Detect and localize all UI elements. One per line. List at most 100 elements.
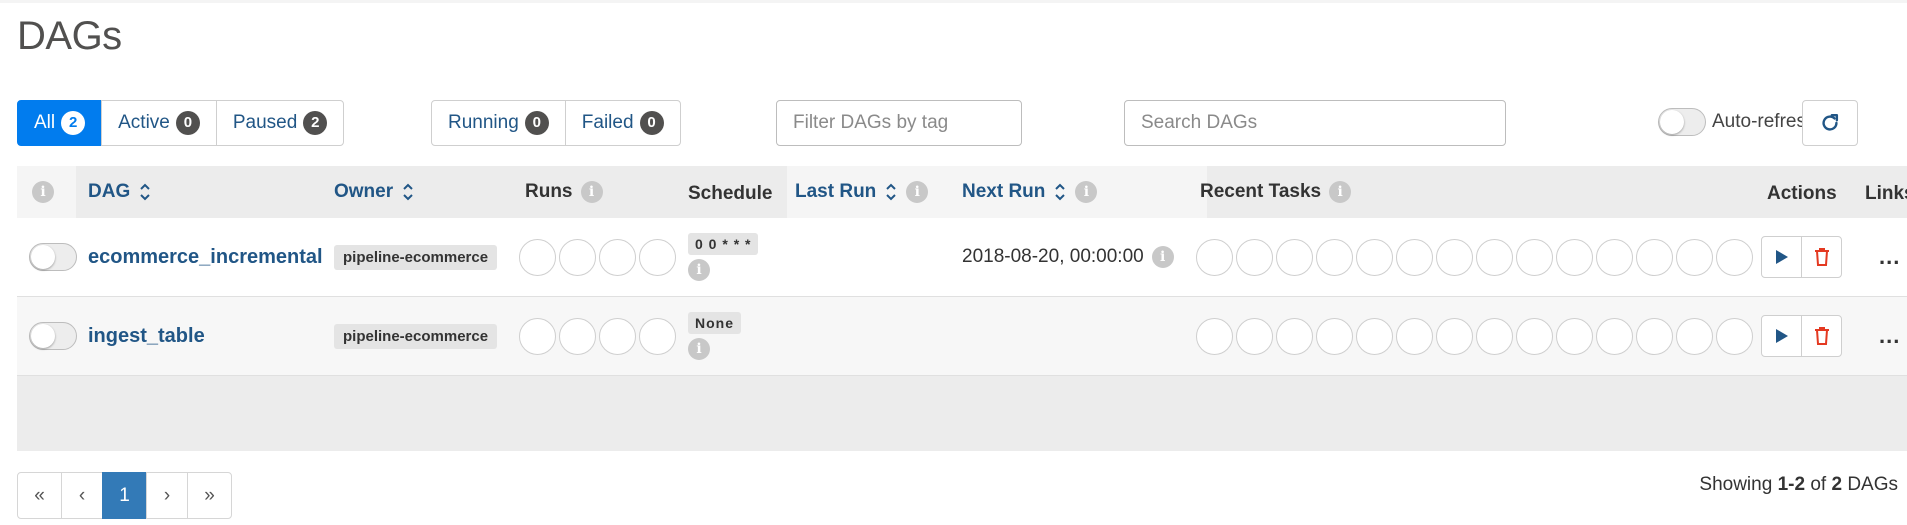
schedule-cell: None i xyxy=(688,297,741,375)
status-circle[interactable] xyxy=(1316,238,1353,276)
dag-runs-circles xyxy=(519,297,676,375)
auto-refresh-toggle[interactable] xyxy=(1658,108,1706,136)
page-next-button[interactable]: › xyxy=(146,472,188,519)
pause-toggle[interactable] xyxy=(29,218,77,296)
status-circle[interactable] xyxy=(1236,238,1273,276)
header-owner[interactable]: Owner xyxy=(334,166,415,218)
info-icon[interactable]: i xyxy=(1151,246,1174,268)
delete-dag-button[interactable] xyxy=(1801,315,1842,357)
trigger-dag-button[interactable] xyxy=(1761,315,1802,357)
filter-all-count: 2 xyxy=(61,111,86,135)
status-circle[interactable] xyxy=(1276,317,1313,355)
header-runs-label: Runs xyxy=(525,181,573,202)
header-recent-tasks: Recent Tasks i xyxy=(1200,166,1352,218)
status-circle[interactable] xyxy=(1516,317,1553,355)
status-circle[interactable] xyxy=(599,317,636,355)
status-circle[interactable] xyxy=(519,317,556,355)
actions-cell xyxy=(1761,218,1842,296)
showing-summary: Showing 1-2 of 2 DAGs xyxy=(1699,474,1898,495)
status-circle[interactable] xyxy=(1676,238,1713,276)
status-circle[interactable] xyxy=(599,238,636,276)
status-circle[interactable] xyxy=(1356,317,1393,355)
status-circle[interactable] xyxy=(1436,317,1473,355)
status-circle[interactable] xyxy=(1436,238,1473,276)
info-icon[interactable]: i xyxy=(580,181,603,203)
status-circle[interactable] xyxy=(1596,317,1633,355)
status-circle[interactable] xyxy=(519,238,556,276)
sort-icon xyxy=(1055,183,1066,201)
sort-icon xyxy=(140,183,150,201)
status-circle[interactable] xyxy=(1676,317,1713,355)
info-icon[interactable]: i xyxy=(906,181,929,203)
schedule-badge[interactable]: 0 0 * * * xyxy=(688,233,759,255)
info-icon[interactable]: i xyxy=(688,259,710,281)
status-circle[interactable] xyxy=(1196,317,1233,355)
status-circle[interactable] xyxy=(1236,317,1273,355)
filter-all-button[interactable]: All 2 xyxy=(17,100,103,146)
header-owner-label: Owner xyxy=(334,181,394,202)
schedule-badge[interactable]: None xyxy=(688,312,741,334)
schedule-cell: 0 0 * * * i xyxy=(688,218,759,296)
status-circle[interactable] xyxy=(1636,317,1673,355)
auto-refresh: Auto-refresh xyxy=(1658,108,1817,136)
more-icon[interactable]: ... xyxy=(1879,218,1900,296)
status-circle[interactable] xyxy=(1356,238,1393,276)
status-circle[interactable] xyxy=(1196,238,1233,276)
filter-active-label: Active xyxy=(118,112,170,133)
search-input[interactable] xyxy=(1124,100,1506,146)
more-icon[interactable]: ... xyxy=(1879,297,1900,375)
header-next-run[interactable]: Next Run i xyxy=(962,166,1098,218)
status-circle[interactable] xyxy=(1476,317,1513,355)
delete-dag-button[interactable] xyxy=(1801,236,1842,278)
recent-tasks-circles xyxy=(1196,218,1753,296)
status-circle[interactable] xyxy=(1556,317,1593,355)
info-icon[interactable]: i xyxy=(688,338,710,360)
status-circle[interactable] xyxy=(1516,238,1553,276)
status-circle[interactable] xyxy=(1716,238,1753,276)
recent-tasks-circles xyxy=(1196,297,1753,375)
status-circle[interactable] xyxy=(639,317,676,355)
pause-toggle[interactable] xyxy=(29,297,77,375)
status-circle[interactable] xyxy=(559,238,596,276)
info-icon[interactable]: i xyxy=(1329,181,1352,203)
status-circle[interactable] xyxy=(1596,238,1633,276)
tag-filter-input[interactable] xyxy=(776,100,1022,146)
status-circle[interactable] xyxy=(1716,317,1753,355)
filter-failed-button[interactable]: Failed 0 xyxy=(564,100,681,146)
header-links-label: Links xyxy=(1865,183,1907,204)
status-circle[interactable] xyxy=(1276,238,1313,276)
owner-badge[interactable]: pipeline-ecommerce xyxy=(334,218,498,296)
page-prev-button[interactable]: ‹ xyxy=(61,472,103,519)
status-circle[interactable] xyxy=(639,238,676,276)
status-circle[interactable] xyxy=(1396,317,1433,355)
dag-id-link[interactable]: ingest_table xyxy=(88,297,205,375)
status-filter-group: All 2 Active 0 Paused 2 xyxy=(17,100,345,146)
info-icon[interactable]: i xyxy=(1075,181,1098,203)
status-circle[interactable] xyxy=(1556,238,1593,276)
filter-active-button[interactable]: Active 0 xyxy=(101,100,217,146)
trigger-dag-button[interactable] xyxy=(1761,236,1802,278)
header-schedule-label: Schedule xyxy=(688,183,773,204)
table-row: ingest_table pipeline-ecommerce None i .… xyxy=(17,297,1907,376)
dag-id-link[interactable]: ecommerce_incremental xyxy=(88,218,323,296)
status-circle[interactable] xyxy=(559,317,596,355)
trash-icon xyxy=(1814,327,1829,345)
header-last-run[interactable]: Last Run i xyxy=(795,166,929,218)
page-first-button[interactable]: « xyxy=(17,472,62,519)
status-circle[interactable] xyxy=(1316,317,1353,355)
run-state-filter-group: Running 0 Failed 0 xyxy=(431,100,681,146)
status-circle[interactable] xyxy=(1636,238,1673,276)
page-last-button[interactable]: » xyxy=(187,472,232,519)
refresh-button[interactable] xyxy=(1802,100,1858,146)
filter-paused-button[interactable]: Paused 2 xyxy=(215,100,345,146)
header-info-cell: i xyxy=(32,166,54,218)
header-dag[interactable]: DAG xyxy=(88,166,152,218)
info-icon[interactable]: i xyxy=(32,181,54,203)
status-circle[interactable] xyxy=(1396,238,1433,276)
status-circle[interactable] xyxy=(1476,238,1513,276)
page-current-button[interactable]: 1 xyxy=(102,472,147,519)
header-actions-label: Actions xyxy=(1767,183,1837,204)
filter-running-button[interactable]: Running 0 xyxy=(431,100,566,146)
sort-icon xyxy=(403,183,413,201)
owner-badge[interactable]: pipeline-ecommerce xyxy=(334,297,498,375)
